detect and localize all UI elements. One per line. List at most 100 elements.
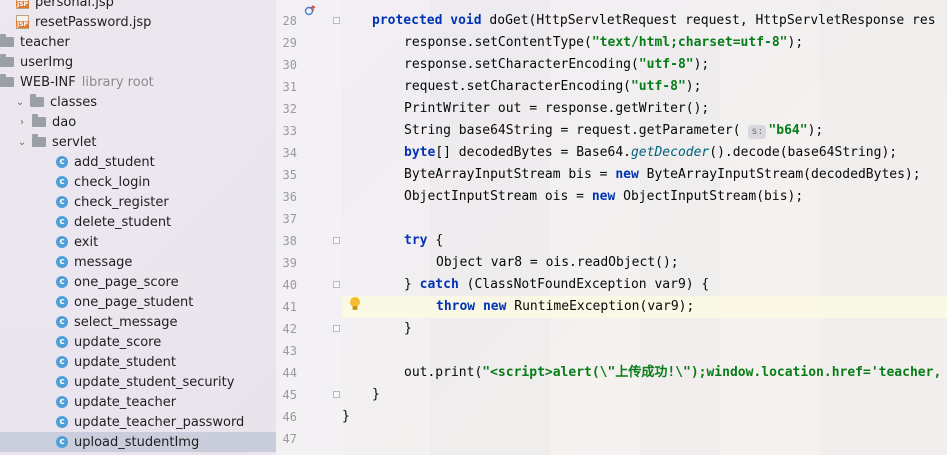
code-line[interactable]: throw new RuntimeException(var9);: [342, 296, 947, 318]
code-token: throw: [436, 299, 483, 314]
code-token: "utf-8": [630, 79, 686, 94]
override-method-icon[interactable]: [304, 5, 316, 17]
chevron-right-icon[interactable]: ›: [16, 117, 28, 128]
code-line[interactable]: ObjectInputStream ois = new ObjectInputS…: [342, 186, 947, 208]
code-line[interactable]: byte[] decodedBytes = Base64.getDecoder(…: [342, 142, 947, 164]
java-class-icon: c: [56, 296, 68, 308]
tree-item-update-teacher[interactable]: c update_teacher: [0, 392, 276, 412]
code-text: }: [342, 406, 350, 428]
code-token: );: [685, 79, 702, 94]
folder-icon: [32, 134, 46, 147]
code-editor[interactable]: 28 29 30 31 32 33 34 35 36 37 38 39 40 41 42 43 44 45 46 47…: [276, 0, 947, 455]
code-line[interactable]: ByteArrayInputStream bis = new ByteArray…: [342, 164, 947, 186]
code-token: catch: [419, 277, 467, 292]
project-tree: JSP personal.jsp JSP resetPassword.jsp teach…: [0, 0, 277, 455]
tree-item-classes[interactable]: ⌄ classes: [0, 92, 276, 112]
fold-marker-icon[interactable]: [333, 391, 340, 398]
parameter-hint: s:: [748, 125, 767, 139]
chevron-down-icon[interactable]: ⌄: [16, 137, 28, 148]
code-line[interactable]: } catch (ClassNotFoundException var9) {: [342, 274, 947, 296]
code-line[interactable]: }: [342, 384, 947, 406]
tree-item-label: resetPassword.jsp: [35, 14, 152, 30]
tree-item-add-student[interactable]: c add_student: [0, 152, 276, 172]
tree-item-upload-studentimg[interactable]: c upload_studentImg: [0, 432, 276, 452]
tree-item-label: dao: [52, 114, 77, 130]
code-line[interactable]: [342, 208, 947, 230]
chevron-down-icon[interactable]: ⌄: [14, 97, 26, 108]
line-number: 30: [282, 58, 297, 72]
tree-item-update-score[interactable]: c update_score: [0, 332, 276, 352]
tree-item-teacher[interactable]: teacher: [0, 32, 276, 52]
code-line[interactable]: try {: [342, 230, 947, 252]
java-class-icon: c: [56, 156, 68, 168]
tree-item-one-page-student[interactable]: c one_page_student: [0, 292, 276, 312]
tree-item-one-page-score[interactable]: c one_page_score: [0, 272, 276, 292]
code-token: }: [342, 409, 350, 424]
tree-item-resetpassword-jsp[interactable]: JSP resetPassword.jsp: [0, 12, 276, 32]
tree-item-label: update_teacher_password: [74, 414, 245, 430]
java-class-icon: c: [56, 436, 68, 448]
tree-item-update-student-security[interactable]: c update_student_security: [0, 372, 276, 392]
fold-marker-icon[interactable]: [333, 281, 340, 288]
code-area[interactable]: protected void doGet(HttpServletRequest …: [342, 0, 947, 455]
tree-item-servlet[interactable]: ⌄ servlet: [0, 132, 276, 152]
code-text: request.setCharacterEncoding("utf-8");: [404, 76, 701, 98]
code-text: byte[] decodedBytes = Base64.getDecoder(…: [404, 142, 897, 164]
code-line[interactable]: [342, 428, 947, 450]
fold-marker-icon[interactable]: [333, 17, 340, 24]
code-token: }: [404, 321, 412, 336]
code-token: [] decodedBytes = Base64.: [435, 145, 631, 160]
code-token: void: [450, 13, 490, 28]
java-class-icon: c: [56, 196, 68, 208]
tree-item-update-teacher-password[interactable]: c update_teacher_password: [0, 412, 276, 432]
code-token: protected: [372, 13, 451, 28]
code-token: "b64": [768, 123, 808, 138]
tree-item-label: message: [74, 254, 133, 270]
tree-item-message[interactable]: c message: [0, 252, 276, 272]
code-line[interactable]: out.print("<script>alert(\"上传成功!\");wind…: [342, 362, 947, 384]
code-line[interactable]: }: [342, 406, 947, 428]
tree-item-select-message[interactable]: c select_message: [0, 312, 276, 332]
tree-item-label: personal.jsp: [35, 0, 114, 10]
code-token: );: [693, 57, 710, 72]
folder-icon: [32, 114, 46, 127]
tree-item-label: classes: [50, 94, 98, 110]
code-token: (ClassNotFoundException var9) {: [466, 277, 710, 292]
code-token: "utf-8": [638, 57, 694, 72]
line-number: 36: [282, 190, 297, 204]
code-token: RuntimeException(var9);: [514, 299, 695, 314]
code-token: {: [435, 233, 444, 248]
code-line[interactable]: PrintWriter out = response.getWriter();: [342, 98, 947, 120]
tree-item-label: upload_studentImg: [74, 434, 200, 450]
code-token: request.setCharacterEncoding(: [404, 79, 631, 94]
tree-item-web-inf[interactable]: WEB-INF library root: [0, 72, 276, 92]
tree-item-userimg[interactable]: userImg: [0, 52, 276, 72]
line-number: 42: [282, 322, 297, 336]
code-line[interactable]: protected void doGet(HttpServletRequest …: [342, 10, 947, 32]
java-class-icon: c: [56, 376, 68, 388]
code-token: "<script>alert(\"上传成功!\");window.locatio…: [482, 365, 942, 380]
tree-item-delete-student[interactable]: c delete_student: [0, 212, 276, 232]
code-line[interactable]: [342, 340, 947, 362]
code-line[interactable]: response.setCharacterEncoding("utf-8");: [342, 54, 947, 76]
tree-item-exit[interactable]: c exit: [0, 232, 276, 252]
fold-marker-icon[interactable]: [333, 325, 340, 332]
line-number: 47: [282, 432, 297, 446]
tree-item-dao[interactable]: › dao: [0, 112, 276, 132]
tree-item-check-login[interactable]: c check_login: [0, 172, 276, 192]
java-class-icon: c: [56, 276, 68, 288]
lightbulb-icon[interactable]: [349, 296, 361, 312]
tree-item-personal-jsp[interactable]: JSP personal.jsp: [0, 0, 276, 12]
code-token: new: [482, 299, 515, 314]
tree-item-check-register[interactable]: c check_register: [0, 192, 276, 212]
java-class-icon: c: [56, 216, 68, 228]
code-token: new: [591, 189, 624, 204]
tree-item-label: userImg: [20, 54, 74, 70]
code-line[interactable]: }: [342, 318, 947, 340]
code-line[interactable]: request.setCharacterEncoding("utf-8");: [342, 76, 947, 98]
tree-item-update-student[interactable]: c update_student: [0, 352, 276, 372]
code-line[interactable]: Object var8 = ois.readObject();: [342, 252, 947, 274]
fold-marker-icon[interactable]: [333, 237, 340, 244]
code-line[interactable]: response.setContentType("text/html;chars…: [342, 32, 947, 54]
code-line[interactable]: String base64String = request.getParamet…: [342, 120, 947, 142]
